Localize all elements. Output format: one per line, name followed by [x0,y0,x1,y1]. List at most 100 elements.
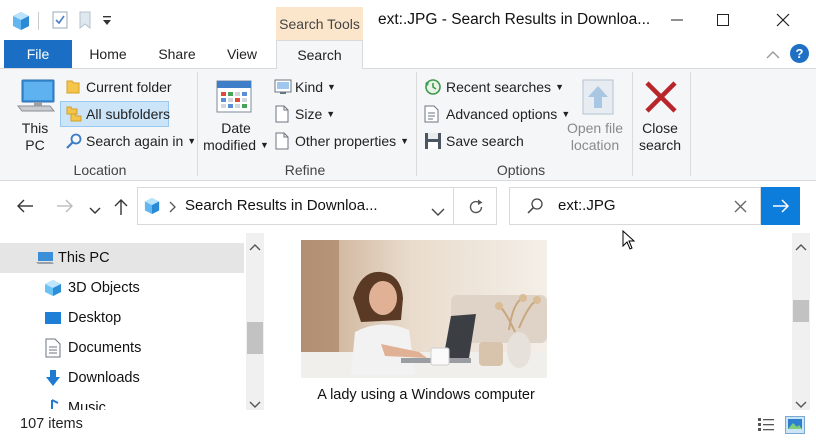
nav-item-desktop[interactable]: Desktop [0,303,244,333]
nav-item-music[interactable]: Music [0,393,244,410]
explorer-cube-icon [12,11,30,34]
status-bar [0,410,816,442]
details-view-button[interactable] [757,417,775,436]
refresh-button[interactable] [454,187,497,225]
recent-searches-button[interactable]: Recent searches ▼ [446,79,564,95]
search-tools-header: Search Tools [276,7,363,40]
maximize-button[interactable] [700,0,746,40]
chevron-down-icon: ▼ [327,82,336,92]
nav-item-label: Documents [68,340,142,356]
nav-item-label: 3D Objects [68,280,140,296]
this-pc-button[interactable]: This PC [12,120,58,154]
this-pc-label-line2: PC [25,137,45,153]
this-pc-icon [16,78,56,117]
close-search-button[interactable]: Close search [634,120,686,154]
close-search-label-line2: search [638,137,682,153]
chevron-up-icon [766,51,780,59]
scroll-up-button[interactable] [795,238,807,254]
collapse-ribbon-button[interactable] [766,47,780,63]
other-properties-button[interactable]: Other properties ▼ [295,133,409,149]
current-folder-button[interactable]: Current folder [86,79,172,95]
date-modified-button[interactable]: Date modified ▼ [203,120,269,154]
other-properties-icon [275,132,289,153]
help-button[interactable]: ? [790,44,809,63]
chevron-down-icon [249,401,261,408]
window-title: ext:.JPG - Search Results in Downloa... [378,11,651,28]
search-go-button[interactable] [761,187,800,225]
back-arrow-icon [17,199,33,213]
options-group-label: Options [496,162,546,178]
search-again-icon [65,133,83,152]
up-arrow-icon [114,199,128,215]
recent-locations-button[interactable] [89,202,101,218]
chevron-down-icon: ▼ [260,140,269,150]
chevron-down-icon: ▼ [561,109,571,119]
forward-button[interactable] [56,198,74,217]
back-button[interactable] [16,198,34,217]
chevron-down-icon: ▼ [326,109,336,119]
tab-search[interactable]: Search [276,40,363,69]
scroll-up-button[interactable] [249,238,261,254]
nav-item-documents[interactable]: Documents [0,333,244,363]
open-file-location-button[interactable]: Open file location [562,120,628,154]
search-box[interactable] [509,187,761,225]
nav-scrollbar-thumb[interactable] [247,322,263,354]
refresh-icon [469,199,483,214]
close-button[interactable] [760,0,806,40]
large-icons-view-icon [785,416,805,434]
size-button[interactable]: Size ▼ [295,106,335,122]
recent-searches-icon [424,78,442,99]
kind-button[interactable]: Kind ▼ [295,79,336,95]
other-properties-label: Other properties [295,133,397,149]
tab-file[interactable]: File [4,40,72,68]
group-divider [416,72,417,176]
open-file-location-label-line2: location [570,137,620,153]
new-folder-icon[interactable] [78,11,92,32]
nav-item-label: Desktop [68,310,122,326]
breadcrumb-separator-icon[interactable] [169,200,177,216]
search-again-in-label: Search again in [86,133,184,149]
properties-icon[interactable] [52,11,68,32]
3d-objects-icon [45,280,61,296]
chevron-down-icon [795,401,807,408]
nav-item-this-pc[interactable]: This PC [0,243,244,273]
downloads-icon [46,370,60,386]
tab-home[interactable]: Home [80,40,136,68]
maximize-icon [717,14,729,26]
help-icon: ? [795,46,804,61]
all-subfolders-button[interactable]: All subfolders [86,106,170,122]
item-count: 107 items [20,416,83,432]
calendar-icon [215,78,253,117]
save-search-button[interactable]: Save search [446,133,524,149]
nav-item-downloads[interactable]: Downloads [0,363,244,393]
nav-item-label: Downloads [68,370,140,386]
nav-item-3d-objects[interactable]: 3D Objects [0,273,244,303]
current-folder-icon [66,79,80,98]
up-button[interactable] [113,198,129,219]
result-caption[interactable]: A lady using a Windows computer [301,387,551,403]
content-scrollbar-thumb[interactable] [793,300,809,322]
arrow-right-icon [772,199,789,213]
this-pc-icon [36,252,54,264]
advanced-options-button[interactable]: Advanced options ▼ [446,106,570,122]
documents-icon [45,338,61,358]
refine-group-label: Refine [284,162,326,178]
search-again-in-button[interactable]: Search again in ▼ [86,133,196,149]
search-input[interactable]: ext:.JPG [558,197,616,214]
minimize-button[interactable] [654,0,700,40]
clear-search-button[interactable] [734,200,747,216]
tab-view[interactable]: View [218,40,266,68]
group-divider [197,72,198,176]
tab-share[interactable]: Share [150,40,204,68]
group-divider [632,72,633,176]
address-history-button[interactable] [431,203,445,219]
recent-searches-label: Recent searches [446,79,552,95]
result-thumbnail[interactable] [301,240,547,378]
kind-icon [274,79,292,98]
customize-quick-access-icon[interactable] [102,14,112,30]
nav-item-label: This PC [58,250,110,266]
photo-thumbnail-image [301,240,547,378]
breadcrumb[interactable]: Search Results in Downloa... [185,197,378,214]
large-icons-view-button[interactable] [785,416,805,437]
close-icon [776,13,790,27]
